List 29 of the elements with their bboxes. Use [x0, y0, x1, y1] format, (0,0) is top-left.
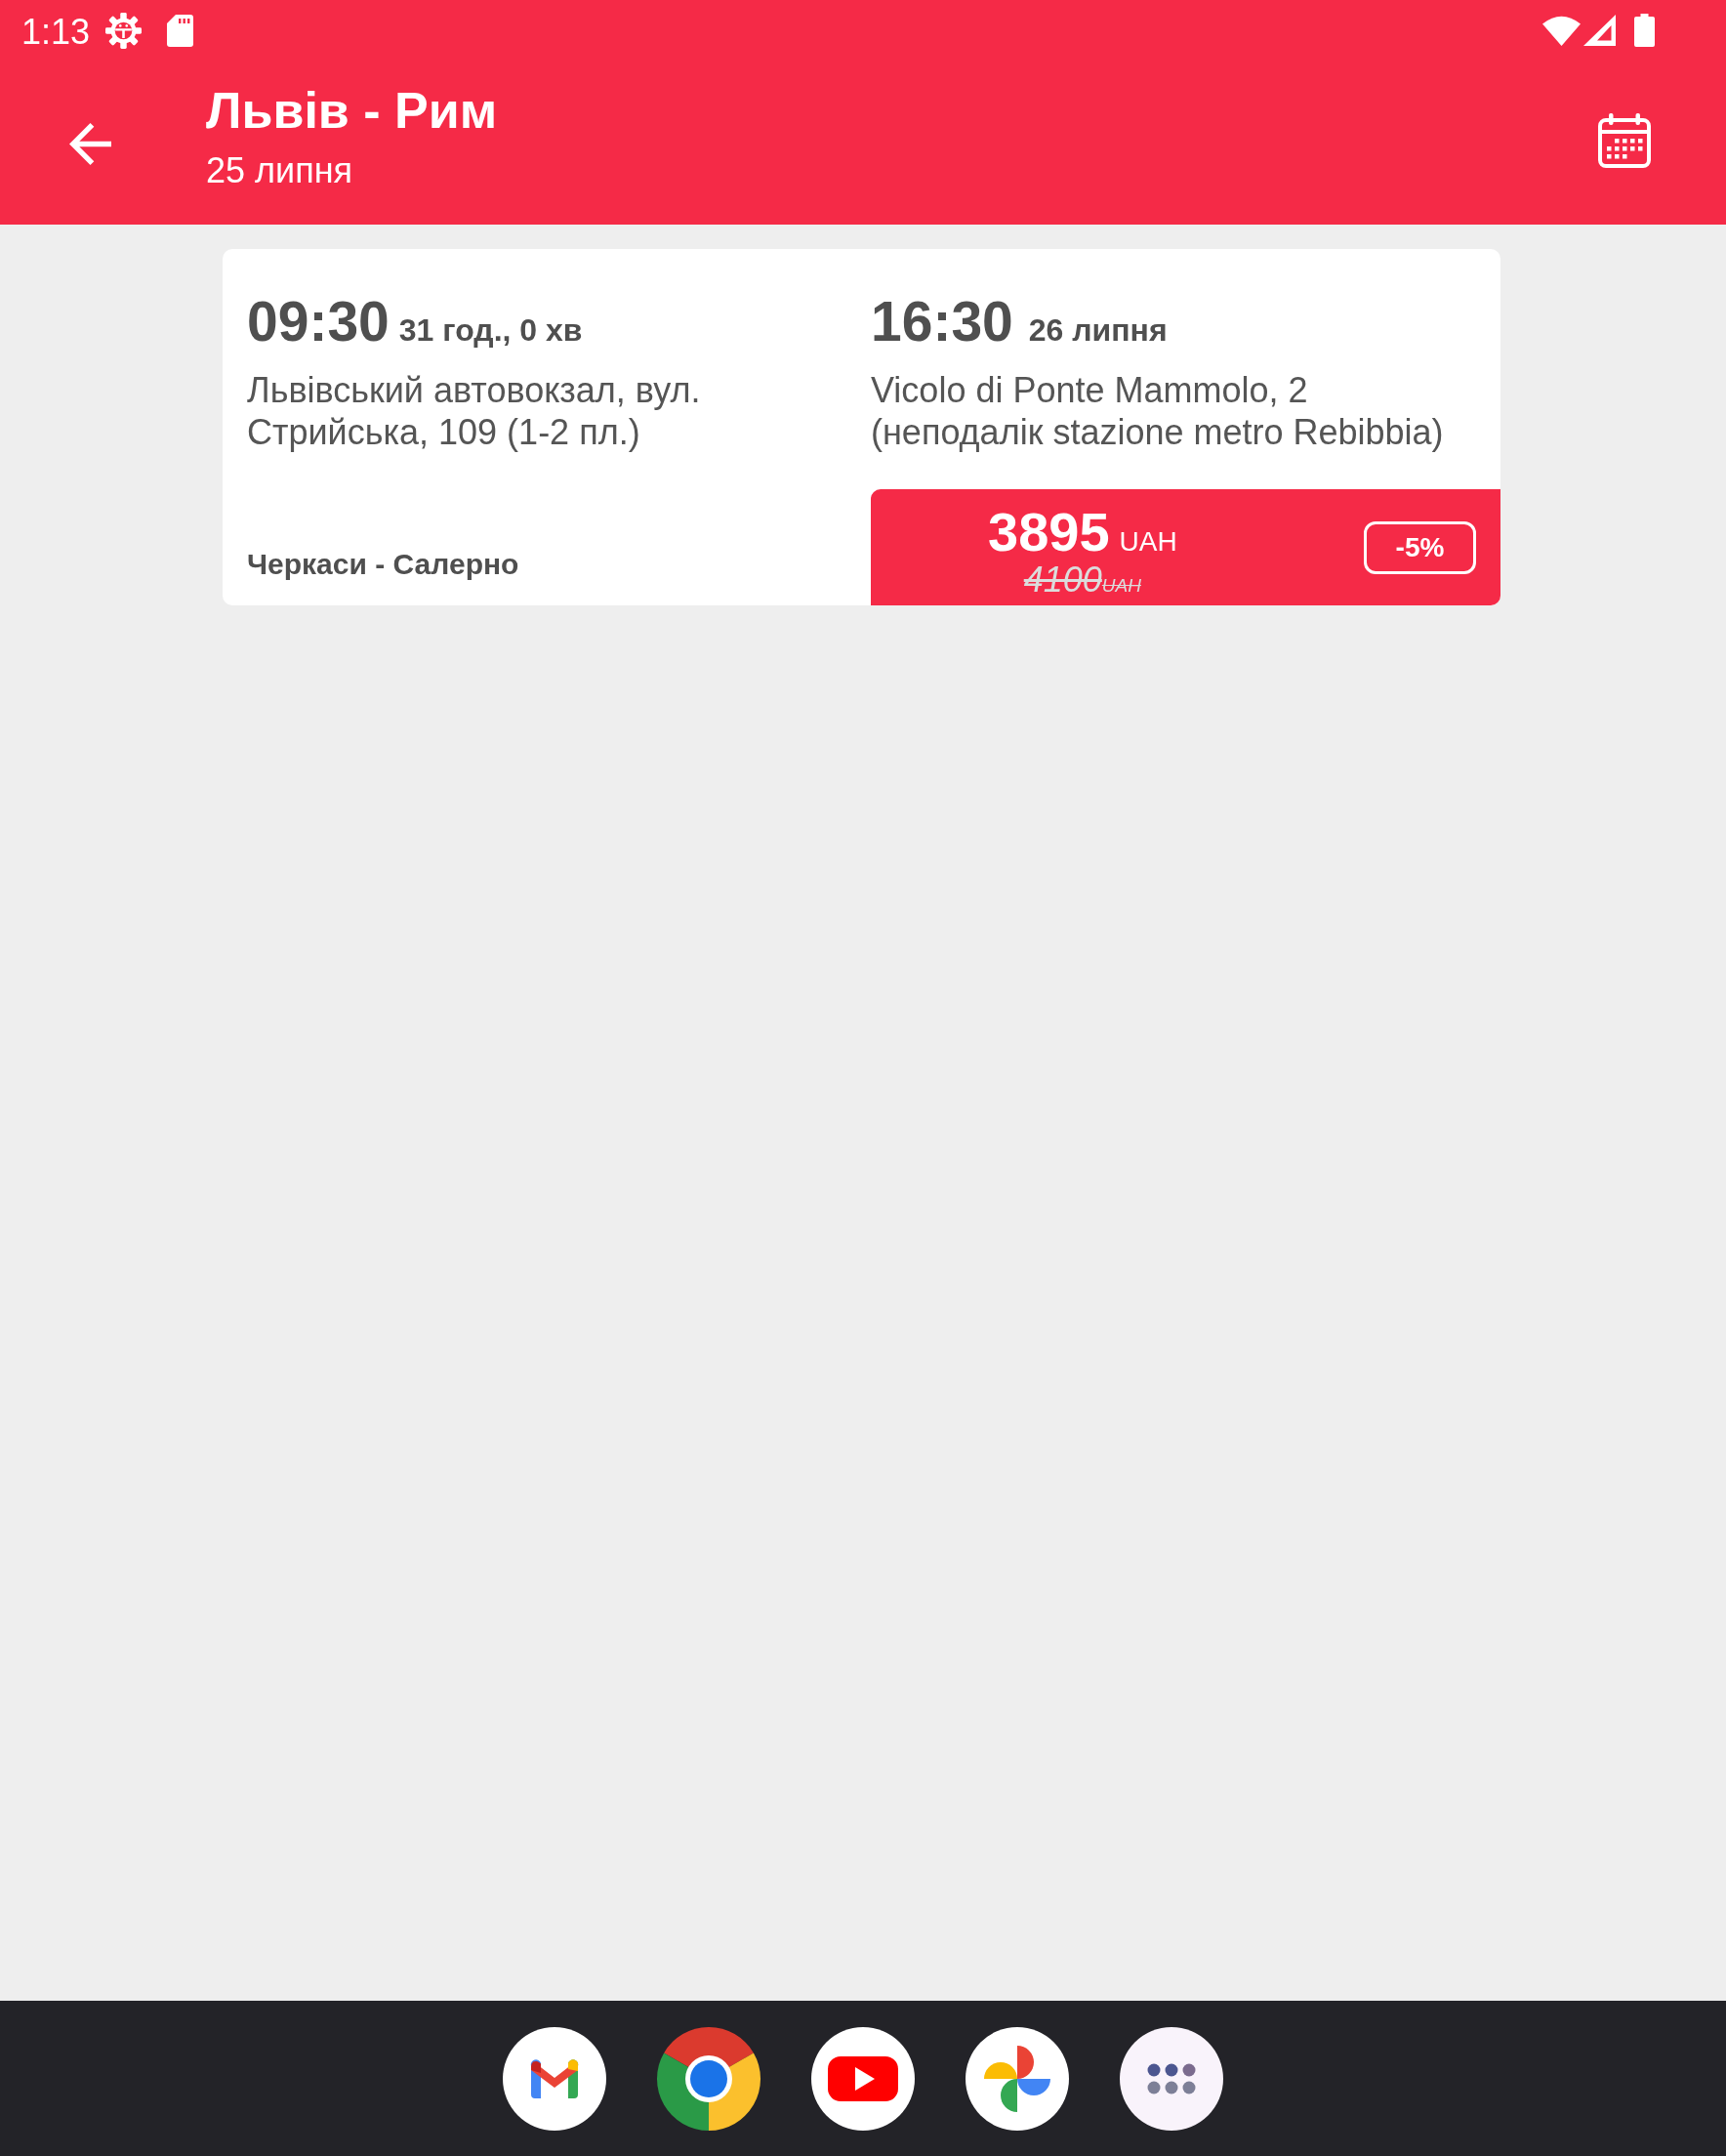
- gear-icon: [105, 12, 143, 49]
- app-grid-icon[interactable]: [1120, 2026, 1223, 2131]
- departure-address: Львівський автовокзал, вул. Стрийська, 109 (1-2 пл.): [247, 369, 702, 453]
- travel-duration: 31 год., 0 хв: [398, 312, 583, 349]
- pinwheel-icon[interactable]: [966, 2026, 1069, 2131]
- sd-card-icon: [167, 14, 194, 47]
- old-price-currency: UAH: [1101, 574, 1141, 597]
- arrival-date: 26 липня: [1028, 312, 1168, 349]
- arrival-time: 16:30: [871, 289, 1013, 354]
- wifi-icon: [1542, 15, 1581, 46]
- status-time: 1:13: [21, 10, 91, 54]
- old-price-amount: 4100: [1023, 560, 1102, 599]
- price-panel[interactable]: 3895 UAH 4100UAH -5%: [871, 489, 1500, 605]
- battery-icon: [1634, 14, 1655, 47]
- trip-card[interactable]: 09:30 31 год., 0 хв Львівський автовокзал, вул. Стрийська, 109 (1-2 пл.) Черкаси - Салерно 16:30 26 липня Vicolo di Ponte Mammolo, 2 (неподалік stazione metro Rebibbia) 3895 UAH 4100UAH -5%: [223, 249, 1500, 605]
- back-arrow-icon[interactable]: [69, 123, 111, 165]
- signal-icon: [1583, 15, 1616, 46]
- discount-badge: -5%: [1364, 520, 1476, 574]
- arrival-address: Vicolo di Ponte Mammolo, 2 (неподалік stazione metro Rebibbia): [871, 369, 1445, 453]
- route-name: Черкаси - Салерно: [247, 547, 520, 582]
- price-currency: UAH: [1119, 525, 1177, 558]
- price-amount: 3895: [988, 502, 1110, 561]
- browser-icon[interactable]: [657, 2026, 760, 2131]
- play-icon[interactable]: [811, 2026, 915, 2131]
- page-title: Львів - Рим: [206, 81, 498, 140]
- mail-icon[interactable]: [503, 2026, 606, 2131]
- date-subtitle: 25 липня: [206, 150, 354, 191]
- departure-time: 09:30: [247, 289, 390, 354]
- calendar-icon[interactable]: [1598, 113, 1651, 168]
